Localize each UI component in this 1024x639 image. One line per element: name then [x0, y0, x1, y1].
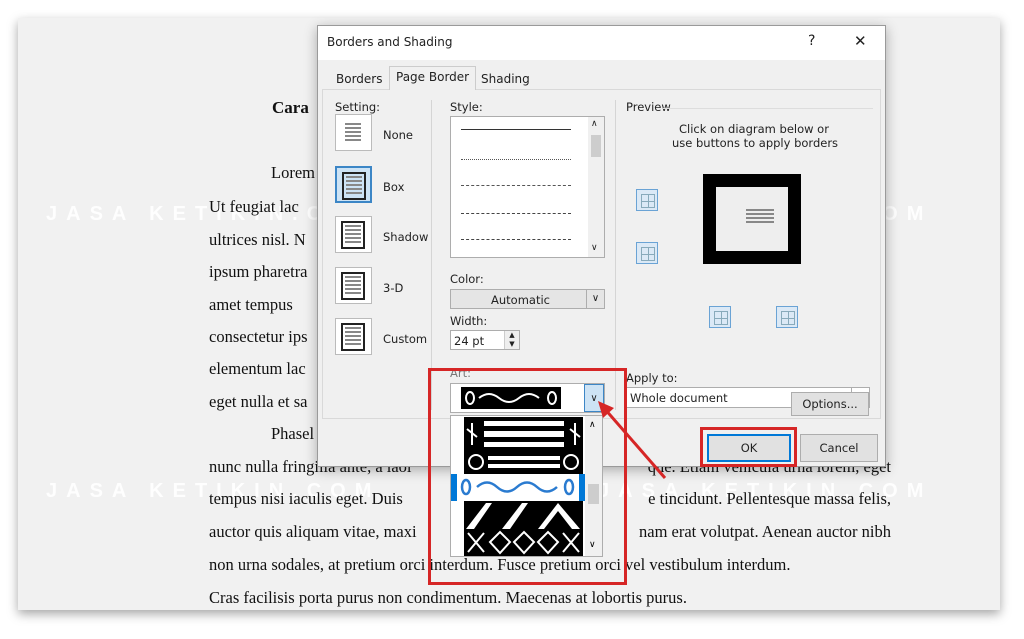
arrow-icon — [598, 401, 667, 479]
tab-page-border[interactable]: Page Border — [389, 66, 477, 90]
